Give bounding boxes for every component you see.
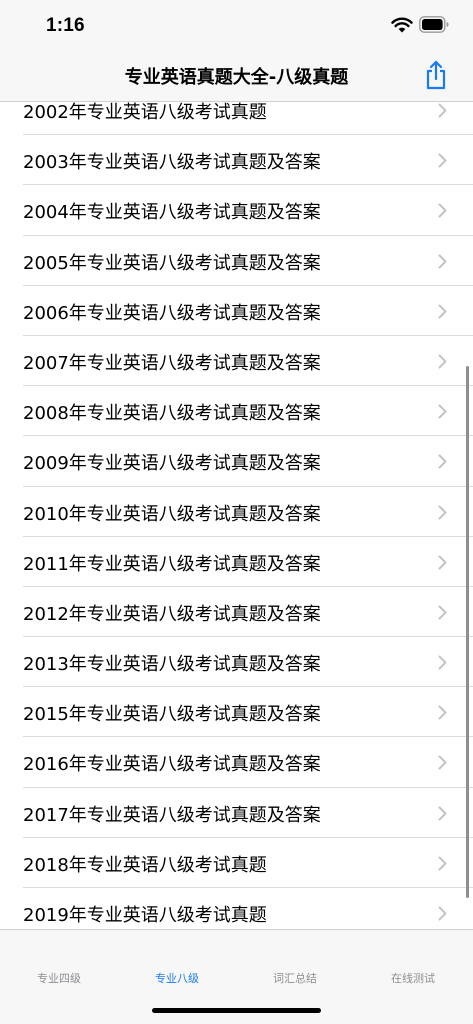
list-item-label: 2005年专业英语八级考试真题及答案 [23, 252, 321, 274]
list-item-label: 2019年专业英语八级考试真题 [23, 905, 267, 926]
chevron-right-icon [438, 806, 447, 821]
list-item[interactable]: 2008年专业英语八级考试真题及答案 [0, 386, 473, 437]
status-time: 1:16 [46, 15, 85, 36]
status-bar: 1:16 [0, 0, 473, 52]
share-icon [426, 60, 446, 90]
list-item[interactable]: 2012年专业英语八级考试真题及答案 [0, 587, 473, 638]
list-item[interactable]: 2019年专业英语八级考试真题 [0, 888, 473, 929]
chevron-right-icon [438, 755, 447, 770]
tab-online-test[interactable]: 在线测试 [354, 930, 472, 990]
list-item[interactable]: 2002年专业英语八级考试真题 [0, 102, 473, 136]
tab-vocabulary-summary[interactable]: 词汇总结 [236, 930, 354, 990]
list-item-label: 2012年专业英语八级考试真题及答案 [23, 603, 321, 625]
chevron-right-icon [438, 404, 447, 419]
navigation-bar: 专业英语真题大全-八级真题 [0, 52, 473, 102]
tab-label: 在线测试 [391, 972, 435, 985]
chevron-right-icon [438, 655, 447, 670]
list-item-label: 2002年专业英语八级考试真题 [23, 102, 267, 123]
chevron-right-icon [438, 555, 447, 570]
exam-list[interactable]: 2002年专业英语八级考试真题 2003年专业英语八级考试真题及答案 2004年专业… [0, 102, 473, 929]
chevron-right-icon [438, 254, 447, 269]
tab-label: 词汇总结 [273, 972, 317, 985]
tab-level-8[interactable]: 专业八级 [118, 930, 236, 990]
list-item-label: 2017年专业英语八级考试真题及答案 [23, 804, 321, 826]
chevron-right-icon [438, 705, 447, 720]
chevron-right-icon [438, 505, 447, 519]
list-item-label: 2003年专业英语八级考试真题及答案 [23, 152, 321, 174]
list-item-label: 2007年专业英语八级考试真题及答案 [23, 352, 321, 374]
chevron-right-icon [438, 153, 447, 168]
list-item[interactable]: 2015年专业英语八级考试真题及答案 [0, 687, 473, 738]
list-item[interactable]: 2003年专业英语八级考试真题及答案 [0, 135, 473, 186]
tab-level-4[interactable]: 专业四级 [0, 930, 118, 990]
list-item-label: 2008年专业英语八级考试真题及答案 [23, 403, 321, 425]
list-item[interactable]: 2013年专业英语八级考试真题及答案 [0, 637, 473, 688]
list-item[interactable]: 2010年专业英语八级考试真题及答案 [0, 487, 473, 537]
scroll-indicator[interactable] [466, 366, 469, 898]
list-item[interactable]: 2006年专业英语八级考试真题及答案 [0, 286, 473, 337]
chevron-right-icon [438, 856, 447, 871]
exam-list-content: 2002年专业英语八级考试真题 2003年专业英语八级考试真题及答案 2004年专业… [0, 102, 473, 929]
chevron-right-icon [438, 203, 447, 218]
list-item[interactable]: 2018年专业英语八级考试真题 [0, 838, 473, 889]
chevron-right-icon [438, 454, 447, 469]
battery-icon [419, 16, 449, 33]
list-item[interactable]: 2009年专业英语八级考试真题及答案 [0, 436, 473, 487]
home-indicator[interactable] [152, 1008, 321, 1013]
tab-label: 专业四级 [37, 972, 81, 985]
app-screen: 1:16 专业英语真题大全-八级真题 2002年专业英语八级考试真题 2003年专… [0, 0, 473, 1024]
list-item-label: 2009年专业英语八级考试真题及答案 [23, 453, 321, 475]
list-item-label: 2006年专业英语八级考试真题及答案 [23, 302, 321, 324]
list-item-label: 2011年专业英语八级考试真题及答案 [23, 553, 321, 575]
list-item-label: 2010年专业英语八级考试真题及答案 [23, 503, 321, 525]
list-item-label: 2004年专业英语八级考试真题及答案 [23, 202, 321, 224]
list-item[interactable]: 2007年专业英语八级考试真题及答案 [0, 336, 473, 387]
page-title: 专业英语真题大全-八级真题 [124, 67, 349, 88]
chevron-right-icon [438, 605, 447, 620]
list-item-label: 2015年专业英语八级考试真题及答案 [23, 704, 321, 726]
share-button[interactable] [420, 58, 452, 92]
list-item[interactable]: 2011年专业英语八级考试真题及答案 [0, 537, 473, 588]
tab-label: 专业八级 [155, 972, 199, 985]
wifi-icon [391, 17, 413, 33]
list-item[interactable]: 2016年专业英语八级考试真题及答案 [0, 737, 473, 788]
chevron-right-icon [438, 354, 447, 369]
list-item[interactable]: 2017年专业英语八级考试真题及答案 [0, 788, 473, 839]
chevron-right-icon [438, 304, 447, 319]
list-item[interactable]: 2004年专业英语八级考试真题及答案 [0, 185, 473, 236]
list-item-label: 2013年专业英语八级考试真题及答案 [23, 654, 321, 676]
chevron-right-icon [438, 906, 447, 921]
list-item-label: 2016年专业英语八级考试真题及答案 [23, 754, 321, 776]
chevron-right-icon [438, 103, 447, 118]
list-item[interactable]: 2005年专业英语八级考试真题及答案 [0, 236, 473, 286]
list-item-label: 2018年专业英语八级考试真题 [23, 854, 267, 876]
